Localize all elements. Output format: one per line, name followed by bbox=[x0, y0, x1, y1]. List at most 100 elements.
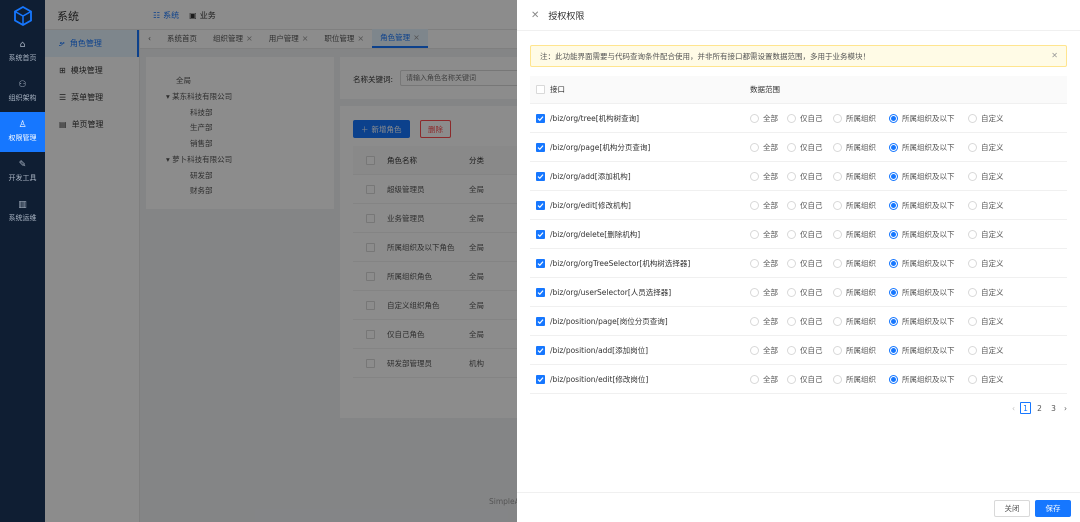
scope-radio-option[interactable]: 所属组织 bbox=[833, 374, 889, 385]
radio-button[interactable] bbox=[787, 287, 796, 297]
radio-button[interactable] bbox=[750, 113, 759, 123]
alert-close-icon[interactable]: ✕ bbox=[1051, 51, 1058, 60]
scope-radio-option[interactable]: 全部 bbox=[750, 316, 787, 327]
radio-button[interactable] bbox=[750, 171, 759, 181]
prev-page-icon[interactable]: ‹ bbox=[1012, 404, 1015, 413]
radio-button[interactable] bbox=[968, 345, 977, 355]
scope-radio-option[interactable]: 全部 bbox=[750, 171, 787, 182]
scope-radio-option[interactable]: 自定义 bbox=[968, 171, 1008, 182]
radio-button[interactable] bbox=[968, 142, 977, 152]
rail-item-4[interactable]: ▥ 系统运维 bbox=[0, 192, 45, 232]
rail-item-0[interactable]: ⌂ 系统首页 bbox=[0, 32, 45, 72]
scope-radio-option[interactable]: 全部 bbox=[750, 142, 787, 153]
scope-radio-option[interactable]: 所属组织及以下 bbox=[889, 171, 968, 182]
radio-button[interactable] bbox=[889, 229, 898, 239]
radio-button[interactable] bbox=[787, 171, 796, 181]
radio-button[interactable] bbox=[968, 374, 977, 384]
scope-radio-option[interactable]: 所属组织及以下 bbox=[889, 345, 968, 356]
radio-button[interactable] bbox=[750, 142, 759, 152]
radio-button[interactable] bbox=[889, 316, 898, 326]
radio-button[interactable] bbox=[833, 142, 842, 152]
radio-button[interactable] bbox=[968, 171, 977, 181]
scope-radio-option[interactable]: 所属组织及以下 bbox=[889, 229, 968, 240]
radio-button[interactable] bbox=[833, 229, 842, 239]
radio-button[interactable] bbox=[787, 374, 796, 384]
scope-radio-option[interactable]: 自定义 bbox=[968, 229, 1008, 240]
radio-button[interactable] bbox=[787, 200, 796, 210]
radio-button[interactable] bbox=[750, 200, 759, 210]
radio-button[interactable] bbox=[750, 229, 759, 239]
radio-button[interactable] bbox=[968, 113, 977, 123]
close-icon[interactable]: ✕ bbox=[531, 10, 539, 21]
radio-button[interactable] bbox=[750, 258, 759, 268]
scope-radio-option[interactable]: 自定义 bbox=[968, 345, 1008, 356]
radio-button[interactable] bbox=[833, 345, 842, 355]
select-all-checkbox[interactable] bbox=[536, 85, 545, 94]
scope-radio-option[interactable]: 所属组织及以下 bbox=[889, 258, 968, 269]
radio-button[interactable] bbox=[889, 200, 898, 210]
api-checkbox[interactable] bbox=[536, 142, 545, 152]
scope-radio-option[interactable]: 所属组织及以下 bbox=[889, 113, 968, 124]
scope-radio-option[interactable]: 全部 bbox=[750, 200, 787, 211]
api-checkbox[interactable] bbox=[536, 200, 545, 210]
rail-item-2[interactable]: ♙ 权限管理 bbox=[0, 112, 45, 152]
api-checkbox[interactable] bbox=[536, 316, 545, 326]
api-checkbox[interactable] bbox=[536, 374, 545, 384]
rail-item-3[interactable]: ✎ 开发工具 bbox=[0, 152, 45, 192]
radio-button[interactable] bbox=[833, 316, 842, 326]
scope-radio-option[interactable]: 全部 bbox=[750, 287, 787, 298]
scope-radio-option[interactable]: 所属组织及以下 bbox=[889, 200, 968, 211]
close-button[interactable]: 关闭 bbox=[994, 500, 1030, 517]
drawer-mask[interactable] bbox=[45, 0, 517, 522]
scope-radio-option[interactable]: 仅自己 bbox=[787, 287, 833, 298]
api-checkbox[interactable] bbox=[536, 258, 545, 268]
scope-radio-option[interactable]: 所属组织 bbox=[833, 287, 889, 298]
radio-button[interactable] bbox=[968, 287, 977, 297]
radio-button[interactable] bbox=[787, 113, 796, 123]
radio-button[interactable] bbox=[889, 142, 898, 152]
radio-button[interactable] bbox=[968, 229, 977, 239]
radio-button[interactable] bbox=[833, 200, 842, 210]
radio-button[interactable] bbox=[787, 345, 796, 355]
scope-radio-option[interactable]: 全部 bbox=[750, 113, 787, 124]
radio-button[interactable] bbox=[889, 113, 898, 123]
radio-button[interactable] bbox=[750, 287, 759, 297]
radio-button[interactable] bbox=[787, 142, 796, 152]
scope-radio-option[interactable]: 所属组织 bbox=[833, 142, 889, 153]
scope-radio-option[interactable]: 所属组织及以下 bbox=[889, 374, 968, 385]
scope-radio-option[interactable]: 所属组织 bbox=[833, 345, 889, 356]
radio-button[interactable] bbox=[889, 171, 898, 181]
scope-radio-option[interactable]: 所属组织 bbox=[833, 200, 889, 211]
scope-radio-option[interactable]: 仅自己 bbox=[787, 374, 833, 385]
radio-button[interactable] bbox=[787, 229, 796, 239]
scope-radio-option[interactable]: 仅自己 bbox=[787, 229, 833, 240]
radio-button[interactable] bbox=[833, 171, 842, 181]
scope-radio-option[interactable]: 仅自己 bbox=[787, 345, 833, 356]
rail-item-1[interactable]: ⚇ 组织架构 bbox=[0, 72, 45, 112]
scope-radio-option[interactable]: 全部 bbox=[750, 345, 787, 356]
scope-radio-option[interactable]: 自定义 bbox=[968, 258, 1008, 269]
scope-radio-option[interactable]: 所属组织及以下 bbox=[889, 287, 968, 298]
radio-button[interactable] bbox=[889, 345, 898, 355]
scope-radio-option[interactable]: 所属组织 bbox=[833, 113, 889, 124]
radio-button[interactable] bbox=[889, 374, 898, 384]
scope-radio-option[interactable]: 所属组织 bbox=[833, 258, 889, 269]
scope-radio-option[interactable]: 所属组织 bbox=[833, 171, 889, 182]
radio-button[interactable] bbox=[833, 374, 842, 384]
scope-radio-option[interactable]: 自定义 bbox=[968, 142, 1008, 153]
api-checkbox[interactable] bbox=[536, 287, 545, 297]
scope-radio-option[interactable]: 自定义 bbox=[968, 316, 1008, 327]
scope-radio-option[interactable]: 自定义 bbox=[968, 113, 1008, 124]
api-checkbox[interactable] bbox=[536, 229, 545, 239]
page-number[interactable]: 1 bbox=[1020, 402, 1031, 414]
api-checkbox[interactable] bbox=[536, 345, 545, 355]
radio-button[interactable] bbox=[889, 287, 898, 297]
save-button[interactable]: 保存 bbox=[1035, 500, 1071, 517]
scope-radio-option[interactable]: 全部 bbox=[750, 374, 787, 385]
radio-button[interactable] bbox=[968, 316, 977, 326]
radio-button[interactable] bbox=[968, 258, 977, 268]
next-page-icon[interactable]: › bbox=[1064, 404, 1067, 413]
page-number[interactable]: 3 bbox=[1048, 402, 1059, 414]
scope-radio-option[interactable]: 全部 bbox=[750, 229, 787, 240]
scope-radio-option[interactable]: 所属组织 bbox=[833, 316, 889, 327]
